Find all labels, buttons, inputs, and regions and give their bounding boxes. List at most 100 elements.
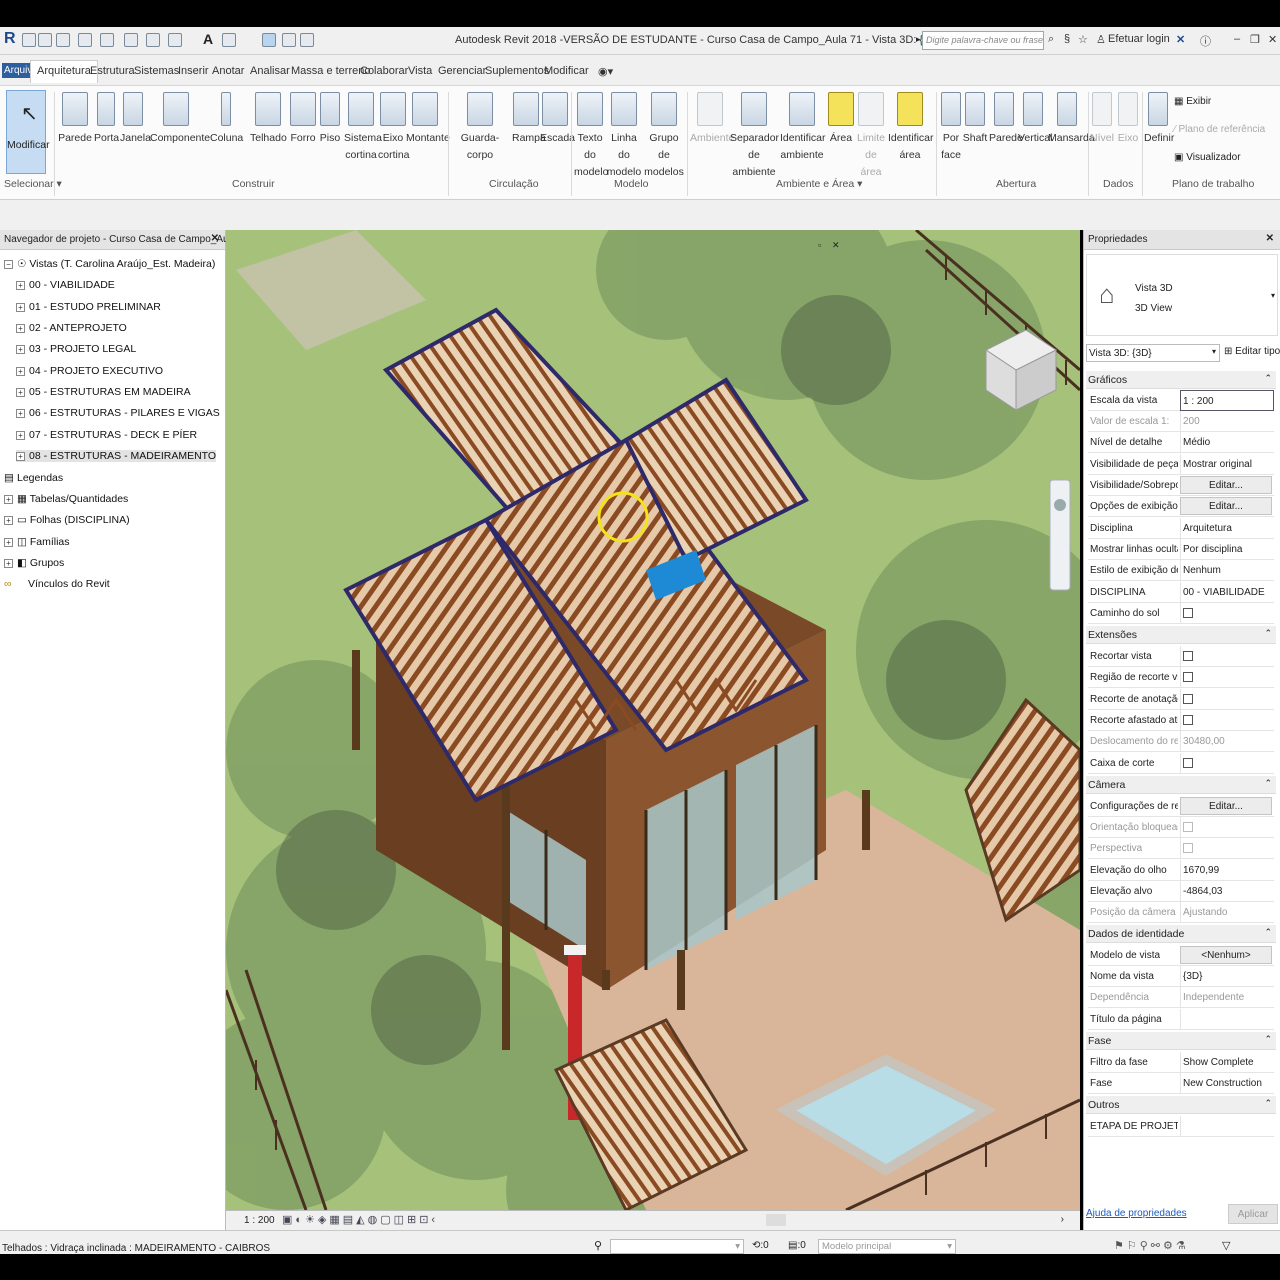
show-workplane-button[interactable]: ▦ Exibir [1174,96,1211,107]
set-workplane-button[interactable]: Definir [1144,92,1174,147]
revit-logo-icon[interactable]: R [4,30,16,48]
sun-path-checkbox[interactable] [1183,608,1193,618]
tab-massa-terreno[interactable]: Massa e terreno [291,65,370,77]
close-icon[interactable]: ✕ [211,233,219,244]
viewport-restore-icon[interactable]: ▫ [818,240,821,250]
tab-arquitetura[interactable]: Arquitetura [30,60,98,83]
prop-modelo-vista[interactable]: Modelo de vista <Nenhum> [1088,945,1274,966]
tree-view-item[interactable]: +00 - VIABILIDADE [16,279,115,291]
by-face-button[interactable]: Por face [940,92,962,164]
section-outros[interactable]: Outros ⌃ [1086,1096,1276,1114]
prop-DISCIPLINA[interactable]: DISCIPLINA 00 - VIABILIDADE [1088,582,1274,603]
prop-nivel-detalhe[interactable]: Nível de detalhe Médio [1088,432,1274,453]
group-ambiente-area[interactable]: Ambiente e Área ▾ [776,178,862,190]
close-icon[interactable]: ✕ [1268,33,1277,46]
section-graficos[interactable]: Gráficos ⌃ [1086,371,1276,389]
tree-schedules[interactable]: + ▦ Tabelas/Quantidades [4,493,128,505]
ribbon-options-icon[interactable]: ◉▾ [598,65,613,78]
vertical-opening-button[interactable]: Vertical [1018,92,1052,147]
floor-button[interactable]: Piso [318,92,342,147]
room-tag-button[interactable]: Identificar ambiente [780,92,826,164]
door-button[interactable]: Porta [94,92,119,147]
section-identidade[interactable]: Dados de identidade ⌃ [1086,925,1276,943]
model-line-button[interactable]: Linha do modelo [606,92,642,181]
subscription-icon[interactable]: § [1064,33,1070,45]
tree-view-item[interactable]: +02 - ANTEPROJETO [16,322,127,334]
roof-button[interactable]: Telhado [250,92,287,147]
shaft-button[interactable]: Shaft [962,92,988,147]
annotation-crop-checkbox[interactable] [1183,694,1193,704]
type-selector[interactable]: ⌂ Vista 3D 3D View ▾ [1086,254,1278,336]
tree-groups[interactable]: + ◧ Grupos [4,557,64,569]
tree-revit-links[interactable]: ∞ Vínculos do Revit [4,578,110,590]
login-button[interactable]: Efetuar login [1108,33,1170,45]
model-group-button[interactable]: Grupo de modelos [644,92,684,181]
user-icon[interactable]: ♙ [1096,33,1106,46]
component-button[interactable]: Componente [150,92,210,147]
crop-view-checkbox[interactable] [1183,651,1193,661]
prop-elevacao-olho[interactable]: Elevação do olho 1670,99 [1088,860,1274,881]
minimize-icon[interactable]: – [1234,33,1240,45]
column-button[interactable]: Coluna [210,92,243,147]
measure-icon[interactable] [146,33,160,47]
exchange-icon[interactable]: ✕ [1176,33,1185,46]
search-arrow-icon[interactable]: ▸ [916,34,921,45]
view-control-icons[interactable]: ▣◐☀◈▦▤◭◍▢◫⊞⊡‹ [282,1213,438,1226]
restore-icon[interactable]: ❐ [1250,33,1260,46]
prop-recorte-anotacao[interactable]: Recorte de anotação [1088,689,1274,710]
3d-view-icon[interactable] [222,33,236,47]
prop-recortar-vista[interactable]: Recortar vista [1088,646,1274,667]
tree-sheets[interactable]: + ▭ Folhas (DISCIPLINA) [4,514,130,526]
prop-caixa-corte[interactable]: Caixa de corte [1088,753,1274,774]
search-input[interactable]: Digite palavra-chave ou frase [922,31,1044,50]
close-hidden-icon[interactable] [282,33,296,47]
prop-caminho-sol[interactable]: Caminho do sol [1088,603,1274,624]
prop-estilo-exibicao[interactable]: Estilo de exibição de a...Nenhum [1088,560,1274,581]
curtain-grid-button[interactable]: Eixo cortina [378,92,410,164]
area-tag-button[interactable]: Identificar área [888,92,934,164]
edit-button[interactable]: Editar... [1180,497,1272,515]
tree-views-root[interactable]: − ☉ Vistas (T. Carolina Araújo_Est. Madei… [4,258,215,270]
switch-windows-icon[interactable] [300,33,314,47]
prop-etapa-projeto[interactable]: ETAPA DE PROJETO [1088,1116,1274,1137]
viewport-close-icon[interactable]: ✕ [832,240,840,251]
tab-gerenciar[interactable]: Gerenciar [438,65,486,77]
prop-config-renderizacao[interactable]: Configurações de rend...Editar... [1088,796,1274,817]
favorites-icon[interactable]: ☆ [1078,33,1088,46]
horizontal-scrollbar[interactable] [766,1214,786,1226]
filter-icon[interactable]: ▽ [1222,1239,1230,1252]
prop-elevacao-alvo[interactable]: Elevação alvo -4864,03 [1088,881,1274,902]
tab-analisar[interactable]: Analisar [250,65,290,77]
prop-opcoes-exibicao[interactable]: Opções de exibição de ...Editar... [1088,496,1274,517]
thin-lines-icon[interactable] [262,33,276,47]
area-button[interactable]: Área [828,92,854,147]
view-scale[interactable]: 1 : 200 [244,1215,275,1226]
railing-button[interactable]: Guarda-corpo [452,92,508,164]
tab-sistemas[interactable]: Sistemas [134,65,179,77]
tree-view-item[interactable]: +03 - PROJETO LEGAL [16,343,136,355]
instance-selector[interactable]: Vista 3D: {3D} ▾ [1086,344,1220,362]
dormer-button[interactable]: Mansarda [1048,92,1095,147]
worksets-icon[interactable]: ⚲ [594,1239,602,1252]
section-camera[interactable]: Câmera ⌃ [1086,776,1276,794]
apply-button[interactable]: Aplicar [1228,1204,1278,1224]
tree-view-item[interactable]: +01 - ESTUDO PRELIMINAR [16,301,161,313]
tree-legends[interactable]: ▤ Legendas [4,472,63,484]
tab-vista[interactable]: Vista [408,65,432,77]
section-fase[interactable]: Fase ⌃ [1086,1032,1276,1050]
tab-inserir[interactable]: Inserir [178,65,209,77]
print-icon[interactable] [124,33,138,47]
redo-icon[interactable] [100,33,114,47]
view-template-button[interactable]: <Nenhum> [1180,946,1272,964]
curtain-system-button[interactable]: Sistema cortina [344,92,382,164]
window-button[interactable]: Janela [120,92,151,147]
prop-regiao-recorte[interactable]: Região de recorte visível [1088,667,1274,688]
model-text-button[interactable]: Texto do modelo [574,92,608,181]
wall-button[interactable]: Parede [58,92,92,147]
close-icon[interactable]: ✕ [1266,233,1274,244]
workset-dropdown[interactable]: ▾ [610,1239,744,1254]
ceiling-button[interactable]: Forro [289,92,317,147]
prop-linhas-ocultas[interactable]: Mostrar linhas ocultas Por disciplina [1088,539,1274,560]
viewer-button[interactable]: ▣ Visualizador [1174,152,1241,163]
binoculars-icon[interactable]: ⌕ [1048,33,1054,46]
